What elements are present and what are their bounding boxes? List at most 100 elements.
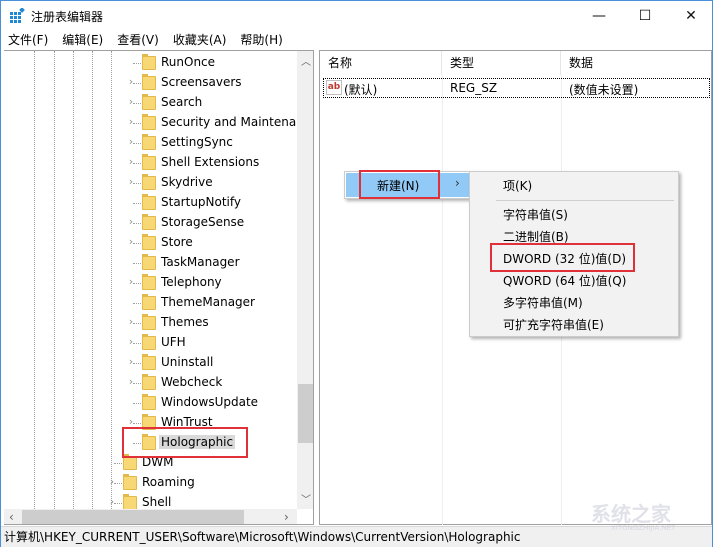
- regedit-app-icon: [10, 8, 25, 23]
- tree-connector: [133, 303, 141, 304]
- expand-chevron-icon[interactable]: ›: [126, 335, 136, 348]
- folder-icon: [142, 334, 156, 350]
- tree-node-label: WindowsUpdate: [161, 395, 259, 409]
- tree-horizontal-scrollbar[interactable]: ‹ ›: [4, 509, 297, 524]
- submenu-item-qword[interactable]: QWORD (64 位)值(Q): [503, 271, 626, 291]
- tree-node-label: Search: [161, 95, 203, 109]
- close-button[interactable]: ✕: [668, 1, 713, 31]
- tree-node-label: StartupNotify: [161, 195, 242, 209]
- tree-node[interactable]: › UFH: [4, 333, 294, 353]
- tree-node[interactable]: › Themes: [4, 313, 294, 333]
- scroll-up-arrow-icon[interactable]: ︿: [301, 53, 311, 68]
- tree-connector: [133, 403, 141, 404]
- menu-file[interactable]: 文件(F): [1, 31, 55, 50]
- expand-chevron-icon[interactable]: ›: [126, 155, 136, 168]
- tree-connector: [133, 243, 141, 244]
- tree-vertical-scroll-thumb[interactable]: [298, 384, 313, 443]
- expand-chevron-icon[interactable]: ›: [126, 175, 136, 188]
- value-name: (默认): [344, 83, 378, 97]
- folder-icon: [142, 234, 156, 250]
- expand-chevron-icon[interactable]: ›: [126, 315, 136, 328]
- tree-node-label: Shell Extensions: [161, 155, 260, 169]
- expand-chevron-icon[interactable]: ›: [126, 355, 136, 368]
- tree-horizontal-scroll-thumb[interactable]: [22, 510, 244, 524]
- tree-node[interactable]: StartupNotify: [4, 193, 294, 213]
- tree-node[interactable]: › Roaming: [4, 473, 294, 493]
- folder-icon: [123, 454, 137, 470]
- tree-connector: [133, 383, 141, 384]
- folder-icon: [142, 274, 156, 290]
- tree-node[interactable]: ThemeManager: [4, 293, 294, 313]
- value-type: REG_SZ: [450, 81, 498, 95]
- tree-node-label: Telephony: [161, 275, 222, 289]
- tree-node[interactable]: › Webcheck: [4, 373, 294, 393]
- folder-icon: [142, 294, 156, 310]
- menu-separator: [496, 200, 674, 201]
- tree-connector: [133, 83, 141, 84]
- title-bar: 注册表编辑器 — ☐ ✕: [1, 1, 712, 31]
- tree-node-label: Security and Maintenan: [161, 115, 304, 129]
- expand-chevron-icon[interactable]: ›: [126, 135, 136, 148]
- expand-chevron-icon[interactable]: ›: [126, 375, 136, 388]
- submenu-item-key[interactable]: 项(K): [503, 176, 532, 196]
- submenu-item-expandable-string[interactable]: 可扩充字符串值(E): [503, 315, 604, 335]
- expand-chevron-icon[interactable]: ›: [126, 75, 136, 88]
- tree-node[interactable]: › StorageSense: [4, 213, 294, 233]
- menu-view[interactable]: 查看(V): [110, 31, 166, 50]
- tree-node-label: Screensavers: [161, 75, 242, 89]
- column-header-data[interactable]: 数据: [561, 51, 711, 75]
- tree-node[interactable]: › Skydrive: [4, 173, 294, 193]
- folder-icon: [123, 474, 137, 490]
- expand-chevron-icon[interactable]: ›: [107, 495, 117, 508]
- expand-chevron-icon[interactable]: ›: [126, 115, 136, 128]
- submenu-item-string[interactable]: 字符串值(S): [503, 205, 568, 225]
- tree-node[interactable]: WindowsUpdate: [4, 393, 294, 413]
- tree-connector: [133, 363, 141, 364]
- expand-chevron-icon[interactable]: ›: [126, 215, 136, 228]
- window-title: 注册表编辑器: [31, 10, 104, 24]
- tree-node[interactable]: › Telephony: [4, 273, 294, 293]
- tree-node[interactable]: › Uninstall: [4, 353, 294, 373]
- tree-node[interactable]: RunOnce: [4, 53, 294, 73]
- menu-favorites[interactable]: 收藏夹(A): [166, 31, 234, 50]
- menu-edit[interactable]: 编辑(E): [55, 31, 110, 50]
- scroll-right-arrow-icon[interactable]: ›: [284, 510, 289, 524]
- tree-connector: [133, 103, 141, 104]
- tree-node[interactable]: › Shell Extensions: [4, 153, 294, 173]
- tree-connector: [133, 123, 141, 124]
- folder-icon: [142, 94, 156, 110]
- tree-vertical-scrollbar[interactable]: ︿ ﹀: [297, 51, 313, 509]
- string-value-icon: ab: [326, 80, 342, 95]
- tree-node[interactable]: › SettingSync: [4, 133, 294, 153]
- tree-node-label: Store: [161, 235, 193, 249]
- tree-connector: [133, 163, 141, 164]
- maximize-button[interactable]: ☐: [622, 1, 668, 31]
- column-header-type[interactable]: 类型: [442, 51, 561, 75]
- tree-node[interactable]: › Store: [4, 233, 294, 253]
- tree-node[interactable]: TaskManager: [4, 253, 294, 273]
- minimize-button[interactable]: —: [576, 1, 622, 31]
- watermark-sub: XITONGZHIJIA.NET: [611, 524, 676, 532]
- folder-icon: [142, 214, 156, 230]
- folder-icon: [142, 114, 156, 130]
- scroll-down-arrow-icon[interactable]: ﹀: [301, 491, 311, 506]
- expand-chevron-icon[interactable]: ›: [126, 95, 136, 108]
- tree-node[interactable]: › Search: [4, 93, 294, 113]
- expand-chevron-icon[interactable]: ›: [126, 235, 136, 248]
- expand-chevron-icon[interactable]: ›: [107, 475, 117, 488]
- tree-node[interactable]: › Security and Maintenan: [4, 113, 304, 133]
- tree-node-label: ThemeManager: [161, 295, 255, 309]
- submenu-item-multi-string[interactable]: 多字符串值(M): [503, 293, 583, 313]
- tree-connector: [114, 503, 122, 504]
- tree-node-label: Skydrive: [161, 175, 213, 189]
- scroll-left-arrow-icon[interactable]: ‹: [9, 510, 14, 524]
- column-header-name[interactable]: 名称: [320, 51, 442, 75]
- folder-icon: [142, 354, 156, 370]
- expand-chevron-icon[interactable]: ›: [126, 275, 136, 288]
- menu-help[interactable]: 帮助(H): [233, 31, 289, 50]
- tree-node[interactable]: › Screensavers: [4, 73, 294, 93]
- highlight-box-new: [359, 170, 440, 199]
- tree-connector: [133, 203, 141, 204]
- value-data: (数值未设置): [569, 83, 639, 97]
- list-row-default[interactable]: ab (默认) REG_SZ (数值未设置): [323, 78, 710, 98]
